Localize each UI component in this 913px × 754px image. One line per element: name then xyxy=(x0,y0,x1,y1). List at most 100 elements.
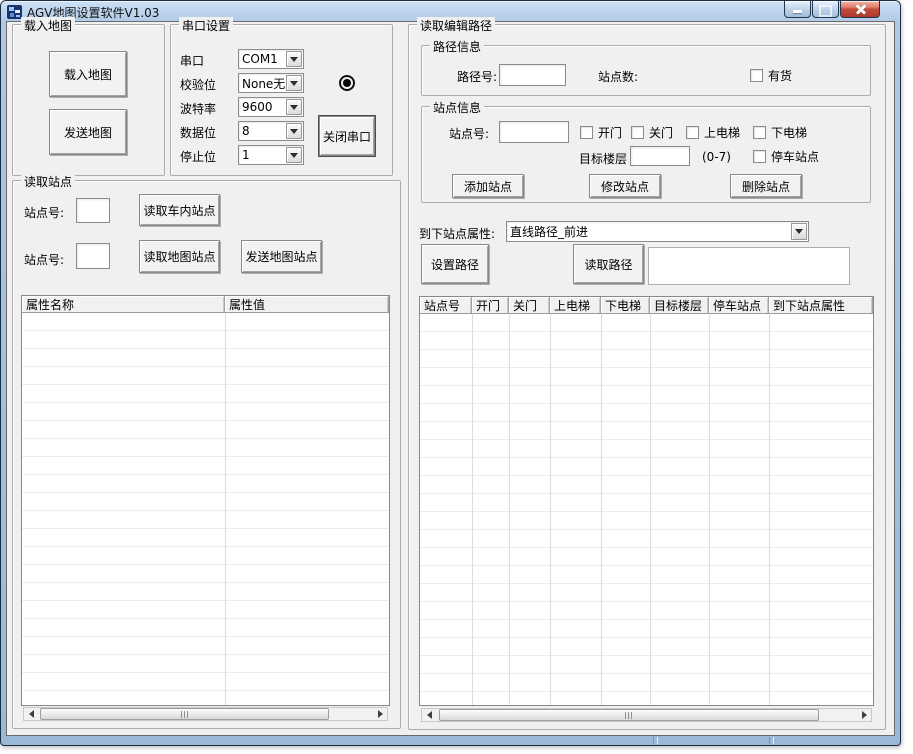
scroll-left-icon[interactable] xyxy=(422,709,435,721)
delete-station-button[interactable]: 删除站点 xyxy=(730,174,802,198)
path-no-input[interactable] xyxy=(499,64,566,86)
path-info-group: 路径信息 路径号: 站点数: 有货 xyxy=(421,45,871,96)
frame-grip xyxy=(769,737,774,744)
column-header-attr-value[interactable]: 属性值 xyxy=(225,296,389,313)
read-station-group-title: 读取站点 xyxy=(21,173,75,190)
column-header-target-floor[interactable]: 目标楼层 xyxy=(650,297,709,314)
up-elevator-label: 上电梯 xyxy=(704,124,740,141)
column-header-open-door[interactable]: 开门 xyxy=(472,297,509,314)
baudrate-select[interactable]: 9600 xyxy=(238,97,304,117)
station-count-label: 站点数: xyxy=(598,68,638,85)
open-door-checkbox[interactable]: 开门 xyxy=(580,124,622,141)
column-header-attr-name[interactable]: 属性名称 xyxy=(22,296,225,313)
up-elevator-checkbox[interactable]: 上电梯 xyxy=(686,124,740,141)
vehicle-station-no-label: 站点号: xyxy=(24,204,64,221)
station-info-group: 站点信息 站点号: 开门 关门 上电梯 下电梯 xyxy=(421,106,871,203)
send-map-station-button[interactable]: 发送地图站点 xyxy=(241,240,322,273)
vehicle-station-no-input[interactable] xyxy=(76,198,110,223)
chevron-down-icon[interactable] xyxy=(286,75,302,91)
load-map-button[interactable]: 载入地图 xyxy=(49,51,127,97)
read-vehicle-station-button[interactable]: 读取车内站点 xyxy=(139,194,220,226)
checkbox-box xyxy=(753,150,766,163)
chevron-down-icon[interactable] xyxy=(286,123,302,139)
parking-station-label: 停车站点 xyxy=(771,148,819,165)
read-path-result-box[interactable] xyxy=(648,247,850,285)
down-elevator-label: 下电梯 xyxy=(771,124,807,141)
minimize-icon[interactable] xyxy=(784,1,811,18)
station-table-hscrollbar[interactable] xyxy=(421,708,872,722)
cargo-checkbox-label: 有货 xyxy=(768,67,792,84)
databits-value: 8 xyxy=(239,124,285,138)
serial-settings-group-title: 串口设置 xyxy=(179,17,233,34)
set-path-button[interactable]: 设置路径 xyxy=(421,244,489,284)
station-info-group-title: 站点信息 xyxy=(430,99,484,116)
scrollbar-thumb[interactable] xyxy=(40,708,329,720)
scroll-right-icon[interactable] xyxy=(374,708,387,720)
serial-port-select[interactable]: COM1 xyxy=(238,49,304,69)
caption-buttons xyxy=(784,1,880,18)
scrollbar-grip-icon xyxy=(181,711,189,718)
path-editor-group-title: 读取编辑路径 xyxy=(417,17,495,34)
cargo-checkbox[interactable]: 有货 xyxy=(750,67,792,84)
checkbox-box xyxy=(750,69,763,82)
column-header-close-door[interactable]: 关门 xyxy=(509,297,550,314)
read-map-station-button[interactable]: 读取地图站点 xyxy=(139,240,220,273)
station-table[interactable]: 站点号 开门 关门 上电梯 下电梯 目标楼层 停车站点 到下站点属性 xyxy=(419,296,874,706)
attribute-table-body[interactable] xyxy=(22,313,389,705)
target-floor-input[interactable] xyxy=(630,146,690,166)
read-path-button[interactable]: 读取路径 xyxy=(573,244,644,284)
column-divider xyxy=(709,314,710,705)
scroll-left-icon[interactable] xyxy=(24,708,37,720)
parity-value: None无 xyxy=(239,75,285,92)
checkbox-box xyxy=(580,126,593,139)
map-station-no-input[interactable] xyxy=(76,243,110,269)
checkbox-box xyxy=(753,126,766,139)
chevron-down-icon[interactable] xyxy=(286,51,302,67)
modify-station-button[interactable]: 修改站点 xyxy=(589,174,661,198)
column-header-next-attr[interactable]: 到下站点属性 xyxy=(769,297,873,314)
close-serial-button[interactable]: 关闭串口 xyxy=(319,116,375,156)
databits-label: 数据位 xyxy=(180,124,216,141)
scroll-right-icon[interactable] xyxy=(858,709,871,721)
column-header-parking[interactable]: 停车站点 xyxy=(709,297,769,314)
next-station-attr-select[interactable]: 直线路径_前进 xyxy=(506,221,809,242)
serial-port-label: 串口 xyxy=(180,52,204,69)
attribute-table-hscrollbar[interactable] xyxy=(23,707,388,721)
station-no-label: 站点号: xyxy=(449,125,489,142)
path-info-group-title: 路径信息 xyxy=(430,38,484,55)
stopbits-select[interactable]: 1 xyxy=(238,145,304,165)
station-table-header: 站点号 开门 关门 上电梯 下电梯 目标楼层 停车站点 到下站点属性 xyxy=(420,297,873,314)
path-no-label: 路径号: xyxy=(457,68,497,85)
scrollbar-thumb[interactable] xyxy=(439,709,819,721)
chevron-down-icon[interactable] xyxy=(286,99,302,115)
column-divider xyxy=(601,314,602,705)
close-door-checkbox[interactable]: 关门 xyxy=(631,124,673,141)
target-floor-label: 目标楼层 xyxy=(579,150,627,167)
station-no-input[interactable] xyxy=(499,121,569,143)
parity-select[interactable]: None无 xyxy=(238,73,304,93)
databits-select[interactable]: 8 xyxy=(238,121,304,141)
read-station-group: 读取站点 站点号: 读取车内站点 站点号: 读取地图站点 发送地图站点 属性名称… xyxy=(12,180,401,729)
column-divider xyxy=(550,314,551,705)
column-header-station-no[interactable]: 站点号 xyxy=(420,297,472,314)
column-divider xyxy=(509,314,510,705)
serial-settings-group: 串口设置 串口 COM1 校验位 None无 波特率 9600 数据位 8 停止… xyxy=(170,24,393,176)
load-map-group-title: 载入地图 xyxy=(21,17,75,34)
checkbox-box xyxy=(686,126,699,139)
send-map-button[interactable]: 发送地图 xyxy=(49,109,127,155)
down-elevator-checkbox[interactable]: 下电梯 xyxy=(753,124,807,141)
close-icon[interactable] xyxy=(840,1,880,18)
add-station-button[interactable]: 添加站点 xyxy=(452,174,524,198)
column-header-up-elevator[interactable]: 上电梯 xyxy=(550,297,601,314)
column-header-down-elevator[interactable]: 下电梯 xyxy=(601,297,650,314)
chevron-down-icon[interactable] xyxy=(791,223,807,240)
checkbox-box xyxy=(631,126,644,139)
station-table-body[interactable] xyxy=(420,314,873,705)
attribute-table[interactable]: 属性名称 属性值 xyxy=(21,295,390,706)
app-window: AGV地图设置软件V1.03 载入地图 载入地图 发送地图 串口设置 串口 CO… xyxy=(0,0,901,746)
chevron-down-icon[interactable] xyxy=(286,147,302,163)
serial-port-value: COM1 xyxy=(239,52,285,66)
parking-station-checkbox[interactable]: 停车站点 xyxy=(753,148,819,165)
next-station-attr-value: 直线路径_前进 xyxy=(507,223,790,240)
serial-status-led xyxy=(339,75,355,91)
